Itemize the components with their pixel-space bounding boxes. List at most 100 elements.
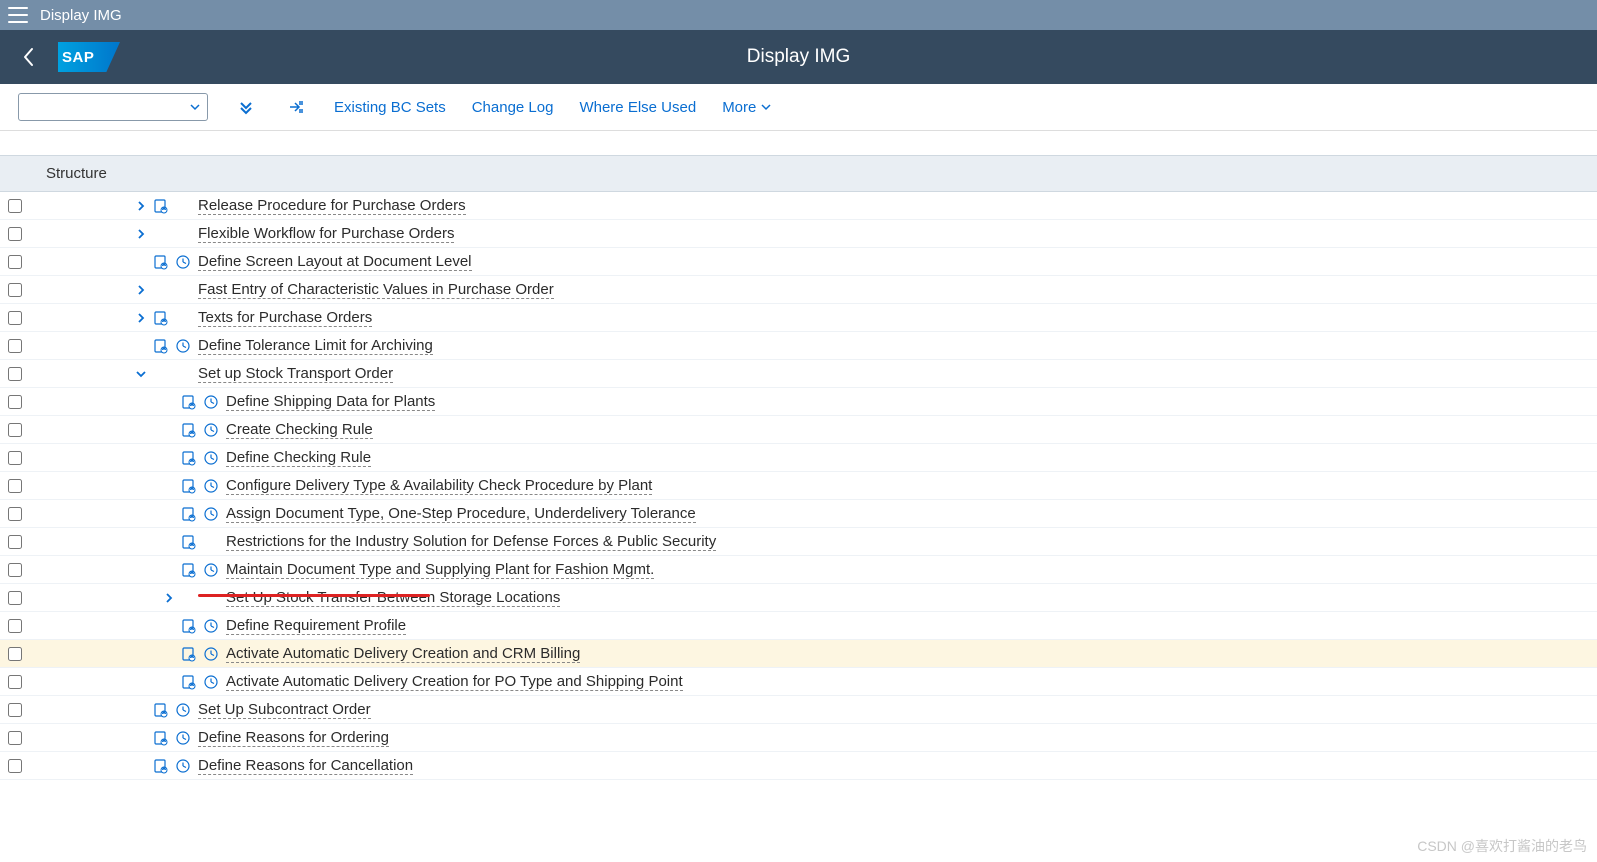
- where-else-used-link[interactable]: Where Else Used: [579, 99, 696, 116]
- tree-row[interactable]: Restrictions for the Industry Solution f…: [0, 528, 1597, 556]
- expand-icon[interactable]: [130, 200, 152, 212]
- img-doc-icon[interactable]: [180, 393, 198, 411]
- toolbar-select[interactable]: [18, 93, 208, 121]
- tree-row-label[interactable]: Assign Document Type, One-Step Procedure…: [226, 505, 696, 523]
- tree-row[interactable]: Define Checking Rule: [0, 444, 1597, 472]
- img-execute-icon[interactable]: [202, 645, 220, 663]
- back-button[interactable]: [0, 30, 58, 84]
- row-checkbox[interactable]: [8, 535, 22, 549]
- tree-row[interactable]: Set Up Stock Transfer Between Storage Lo…: [0, 584, 1597, 612]
- img-doc-icon[interactable]: [180, 673, 198, 691]
- row-checkbox[interactable]: [8, 563, 22, 577]
- tree-row-label[interactable]: Restrictions for the Industry Solution f…: [226, 533, 716, 551]
- img-execute-icon[interactable]: [174, 701, 192, 719]
- tree-row-label[interactable]: Set up Stock Transport Order: [198, 365, 393, 383]
- tree-row[interactable]: Define Requirement Profile: [0, 612, 1597, 640]
- img-execute-icon[interactable]: [202, 617, 220, 635]
- menu-hamburger-icon[interactable]: [8, 7, 28, 23]
- tree-row-label[interactable]: Configure Delivery Type & Availability C…: [226, 477, 652, 495]
- img-execute-icon[interactable]: [202, 449, 220, 467]
- tree-row-label[interactable]: Define Checking Rule: [226, 449, 371, 467]
- img-doc-icon[interactable]: [152, 253, 170, 271]
- tree-row[interactable]: Maintain Document Type and Supplying Pla…: [0, 556, 1597, 584]
- expand-icon[interactable]: [158, 592, 180, 604]
- tree-row-label[interactable]: Create Checking Rule: [226, 421, 373, 439]
- row-checkbox[interactable]: [8, 199, 22, 213]
- img-execute-icon[interactable]: [174, 253, 192, 271]
- row-checkbox[interactable]: [8, 339, 22, 353]
- tree-row-label[interactable]: Activate Automatic Delivery Creation and…: [226, 645, 580, 663]
- img-doc-icon[interactable]: [180, 533, 198, 551]
- img-execute-icon[interactable]: [202, 505, 220, 523]
- row-checkbox[interactable]: [8, 703, 22, 717]
- img-doc-icon[interactable]: [180, 505, 198, 523]
- tree-row[interactable]: Texts for Purchase Orders: [0, 304, 1597, 332]
- tree-row-label[interactable]: Set Up Subcontract Order: [198, 701, 371, 719]
- change-log-link[interactable]: Change Log: [472, 99, 554, 116]
- img-execute-icon[interactable]: [174, 337, 192, 355]
- tree-row-label[interactable]: Define Tolerance Limit for Archiving: [198, 337, 433, 355]
- img-doc-icon[interactable]: [152, 197, 170, 215]
- row-checkbox[interactable]: [8, 731, 22, 745]
- row-checkbox[interactable]: [8, 451, 22, 465]
- tree-row-label[interactable]: Activate Automatic Delivery Creation for…: [226, 673, 683, 691]
- img-execute-icon[interactable]: [202, 393, 220, 411]
- row-checkbox[interactable]: [8, 283, 22, 297]
- tree-row-label[interactable]: Fast Entry of Characteristic Values in P…: [198, 281, 554, 299]
- row-checkbox[interactable]: [8, 311, 22, 325]
- row-checkbox[interactable]: [8, 395, 22, 409]
- row-checkbox[interactable]: [8, 507, 22, 521]
- tree-row-label[interactable]: Define Screen Layout at Document Level: [198, 253, 472, 271]
- tree-row-label[interactable]: Maintain Document Type and Supplying Pla…: [226, 561, 654, 579]
- img-execute-icon[interactable]: [202, 477, 220, 495]
- img-doc-icon[interactable]: [152, 757, 170, 775]
- tree-row[interactable]: Define Shipping Data for Plants: [0, 388, 1597, 416]
- collapse-icon[interactable]: [130, 368, 152, 380]
- img-execute-icon[interactable]: [202, 673, 220, 691]
- expand-icon[interactable]: [130, 284, 152, 296]
- tree-row[interactable]: Create Checking Rule: [0, 416, 1597, 444]
- img-execute-icon[interactable]: [202, 421, 220, 439]
- tree-row-label[interactable]: Define Reasons for Cancellation: [198, 757, 413, 775]
- tree-row[interactable]: Define Tolerance Limit for Archiving: [0, 332, 1597, 360]
- tree-row[interactable]: Define Screen Layout at Document Level: [0, 248, 1597, 276]
- img-doc-icon[interactable]: [180, 645, 198, 663]
- img-doc-icon[interactable]: [180, 449, 198, 467]
- tree-row[interactable]: Activate Automatic Delivery Creation and…: [0, 640, 1597, 668]
- img-execute-icon[interactable]: [202, 561, 220, 579]
- tree-row[interactable]: Set up Stock Transport Order: [0, 360, 1597, 388]
- img-doc-icon[interactable]: [152, 337, 170, 355]
- row-checkbox[interactable]: [8, 759, 22, 773]
- tree-row[interactable]: Set Up Subcontract Order: [0, 696, 1597, 724]
- more-menu[interactable]: More: [722, 99, 772, 116]
- tree-row-label[interactable]: Texts for Purchase Orders: [198, 309, 372, 327]
- img-execute-icon[interactable]: [174, 729, 192, 747]
- tree-row[interactable]: Define Reasons for Ordering: [0, 724, 1597, 752]
- tree-row-label[interactable]: Define Shipping Data for Plants: [226, 393, 435, 411]
- tree-row-label[interactable]: Define Reasons for Ordering: [198, 729, 389, 747]
- row-checkbox[interactable]: [8, 647, 22, 661]
- row-checkbox[interactable]: [8, 367, 22, 381]
- tree-row[interactable]: Activate Automatic Delivery Creation for…: [0, 668, 1597, 696]
- find-position-icon[interactable]: [284, 95, 308, 119]
- row-checkbox[interactable]: [8, 227, 22, 241]
- tree-row-label[interactable]: Define Requirement Profile: [226, 617, 406, 635]
- tree-row-label[interactable]: Set Up Stock Transfer Between Storage Lo…: [226, 589, 560, 607]
- row-checkbox[interactable]: [8, 591, 22, 605]
- tree-row[interactable]: Define Reasons for Cancellation: [0, 752, 1597, 780]
- row-checkbox[interactable]: [8, 255, 22, 269]
- row-checkbox[interactable]: [8, 479, 22, 493]
- row-checkbox[interactable]: [8, 675, 22, 689]
- existing-bc-sets-link[interactable]: Existing BC Sets: [334, 99, 446, 116]
- img-doc-icon[interactable]: [180, 561, 198, 579]
- img-doc-icon[interactable]: [180, 421, 198, 439]
- img-doc-icon[interactable]: [152, 309, 170, 327]
- tree-row[interactable]: Flexible Workflow for Purchase Orders: [0, 220, 1597, 248]
- img-doc-icon[interactable]: [152, 729, 170, 747]
- row-checkbox[interactable]: [8, 619, 22, 633]
- tree-row[interactable]: Assign Document Type, One-Step Procedure…: [0, 500, 1597, 528]
- img-execute-icon[interactable]: [174, 757, 192, 775]
- expand-icon[interactable]: [130, 312, 152, 324]
- img-doc-icon[interactable]: [152, 701, 170, 719]
- expand-icon[interactable]: [130, 228, 152, 240]
